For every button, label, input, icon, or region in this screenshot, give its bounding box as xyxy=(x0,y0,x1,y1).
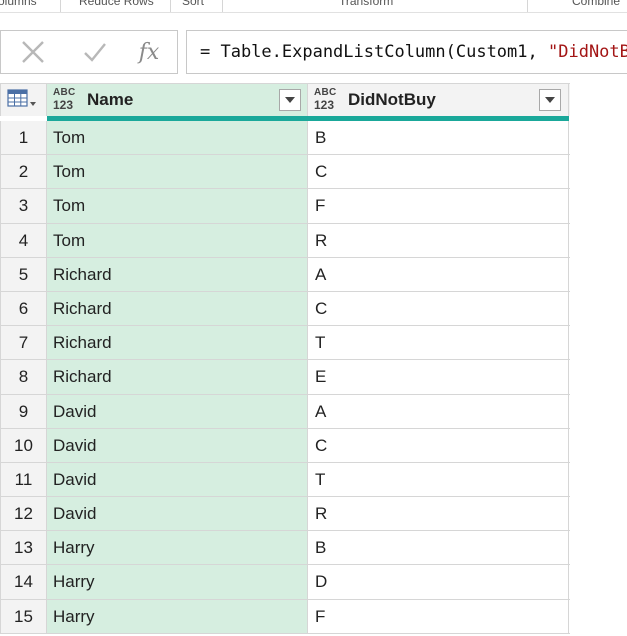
insert-function-button[interactable]: fx xyxy=(129,35,169,69)
formula-bar-buttons: fx xyxy=(0,30,178,74)
fx-icon: fx xyxy=(138,39,160,65)
table-menu-button[interactable] xyxy=(0,84,47,116)
cell-name[interactable]: Harry xyxy=(47,599,308,633)
cell-name[interactable]: David xyxy=(47,497,308,531)
ribbon-group-sort: Sort xyxy=(182,0,205,8)
data-preview-grid: ABC 123 Name ABC 123 DidNotBuy 1 Tom B 2 To… xyxy=(0,83,570,634)
row-number[interactable]: 12 xyxy=(0,497,47,531)
column-title-didnotbuy: DidNotBuy xyxy=(348,90,436,109)
table-row: 5 Richard A xyxy=(0,257,570,292)
table-row: 7 Richard T xyxy=(0,326,570,361)
ribbon-group-columns: olumns xyxy=(0,0,37,8)
cell-didnotbuy[interactable]: E xyxy=(308,360,569,394)
row-number[interactable]: 8 xyxy=(0,360,47,394)
cell-name[interactable]: Harry xyxy=(47,531,308,565)
commit-formula-button[interactable] xyxy=(75,35,115,69)
cell-didnotbuy[interactable]: F xyxy=(308,599,569,633)
row-number[interactable]: 13 xyxy=(0,531,47,565)
table-row: 3 Tom F xyxy=(0,189,570,224)
chevron-down-icon xyxy=(545,97,555,103)
row-number[interactable]: 11 xyxy=(0,462,47,497)
table-row: 9 David A xyxy=(0,394,570,429)
table-row: 14 Harry D xyxy=(0,565,570,600)
ribbon-group-labels: olumns Reduce Rows Sort Transform Combin… xyxy=(0,0,627,13)
any-type-icon[interactable]: ABC 123 xyxy=(314,87,340,111)
cell-name[interactable]: David xyxy=(47,428,308,462)
chevron-down-icon xyxy=(285,97,295,103)
row-number[interactable]: 3 xyxy=(0,189,47,223)
filter-dropdown-name[interactable] xyxy=(279,89,301,111)
row-number[interactable]: 6 xyxy=(0,291,47,326)
close-icon xyxy=(22,41,44,63)
ribbon-separator xyxy=(170,0,171,12)
ribbon-group-reduce-rows: Reduce Rows xyxy=(79,0,154,8)
row-number[interactable]: 10 xyxy=(0,428,47,462)
table-row: 10 David C xyxy=(0,428,570,463)
cell-didnotbuy[interactable]: D xyxy=(308,565,569,599)
cell-didnotbuy[interactable]: C xyxy=(308,155,569,189)
table-row: 12 David R xyxy=(0,497,570,532)
table-row: 2 Tom C xyxy=(0,155,570,190)
cancel-formula-button[interactable] xyxy=(13,35,53,69)
cell-name[interactable]: David xyxy=(47,462,308,497)
cell-didnotbuy[interactable]: F xyxy=(308,189,569,223)
cell-name[interactable]: Richard xyxy=(47,326,308,360)
table-row: 15 Harry F xyxy=(0,599,570,634)
column-header-name[interactable]: ABC 123 Name xyxy=(47,84,308,116)
cell-didnotbuy[interactable]: C xyxy=(308,428,569,462)
cell-name[interactable]: Richard xyxy=(47,360,308,394)
ribbon-group-transform: Transform xyxy=(339,0,394,8)
cell-didnotbuy[interactable]: B xyxy=(308,121,569,155)
table-row: 13 Harry B xyxy=(0,531,570,566)
cell-name[interactable]: Tom xyxy=(47,223,308,257)
row-number[interactable]: 5 xyxy=(0,257,47,291)
cell-didnotbuy[interactable]: T xyxy=(308,462,569,497)
filter-dropdown-didnotbuy[interactable] xyxy=(539,89,561,111)
row-number[interactable]: 9 xyxy=(0,394,47,428)
row-number[interactable]: 1 xyxy=(0,121,47,155)
cell-didnotbuy[interactable]: C xyxy=(308,291,569,326)
ribbon-separator xyxy=(222,0,223,12)
cell-name[interactable]: Richard xyxy=(47,257,308,291)
formula-string-literal: "DidNotBuy") xyxy=(548,42,627,62)
cell-didnotbuy[interactable]: A xyxy=(308,394,569,428)
row-number[interactable]: 4 xyxy=(0,223,47,257)
ribbon-group-combine: Combine xyxy=(572,0,621,8)
any-type-icon[interactable]: ABC 123 xyxy=(53,87,79,111)
table-body: 1 Tom B 2 Tom C 3 Tom F 4 Tom R 5 Richard A 6 Richa… xyxy=(0,121,570,634)
formula-input[interactable]: = Table.ExpandListColumn(Custom1, "DidNo… xyxy=(186,30,627,74)
cell-name[interactable]: Tom xyxy=(47,121,308,155)
column-header-row: ABC 123 Name ABC 123 DidNotBuy xyxy=(0,83,570,121)
column-title-name: Name xyxy=(87,90,134,109)
cell-didnotbuy[interactable]: B xyxy=(308,531,569,565)
column-header-didnotbuy[interactable]: ABC 123 DidNotBuy xyxy=(308,84,569,116)
table-icon xyxy=(7,89,36,107)
table-row: 4 Tom R xyxy=(0,223,570,258)
row-number[interactable]: 7 xyxy=(0,326,47,360)
row-number[interactable]: 2 xyxy=(0,155,47,189)
table-row: 11 David T xyxy=(0,462,570,498)
cell-name[interactable]: David xyxy=(47,394,308,428)
ribbon-separator xyxy=(527,0,528,12)
row-number[interactable]: 15 xyxy=(0,599,47,633)
cell-name[interactable]: Richard xyxy=(47,291,308,326)
formula-text: = Table.ExpandListColumn(Custom1, xyxy=(200,42,548,62)
cell-name[interactable]: Tom xyxy=(47,189,308,223)
check-icon xyxy=(84,43,106,62)
table-row: 1 Tom B xyxy=(0,121,570,156)
table-row: 8 Richard E xyxy=(0,360,570,395)
cell-didnotbuy[interactable]: A xyxy=(308,257,569,291)
cell-name[interactable]: Tom xyxy=(47,155,308,189)
cell-didnotbuy[interactable]: R xyxy=(308,223,569,257)
table-row: 6 Richard C xyxy=(0,291,570,327)
ribbon-separator xyxy=(60,0,61,12)
cell-didnotbuy[interactable]: R xyxy=(308,497,569,531)
row-number[interactable]: 14 xyxy=(0,565,47,599)
cell-didnotbuy[interactable]: T xyxy=(308,326,569,360)
cell-name[interactable]: Harry xyxy=(47,565,308,599)
